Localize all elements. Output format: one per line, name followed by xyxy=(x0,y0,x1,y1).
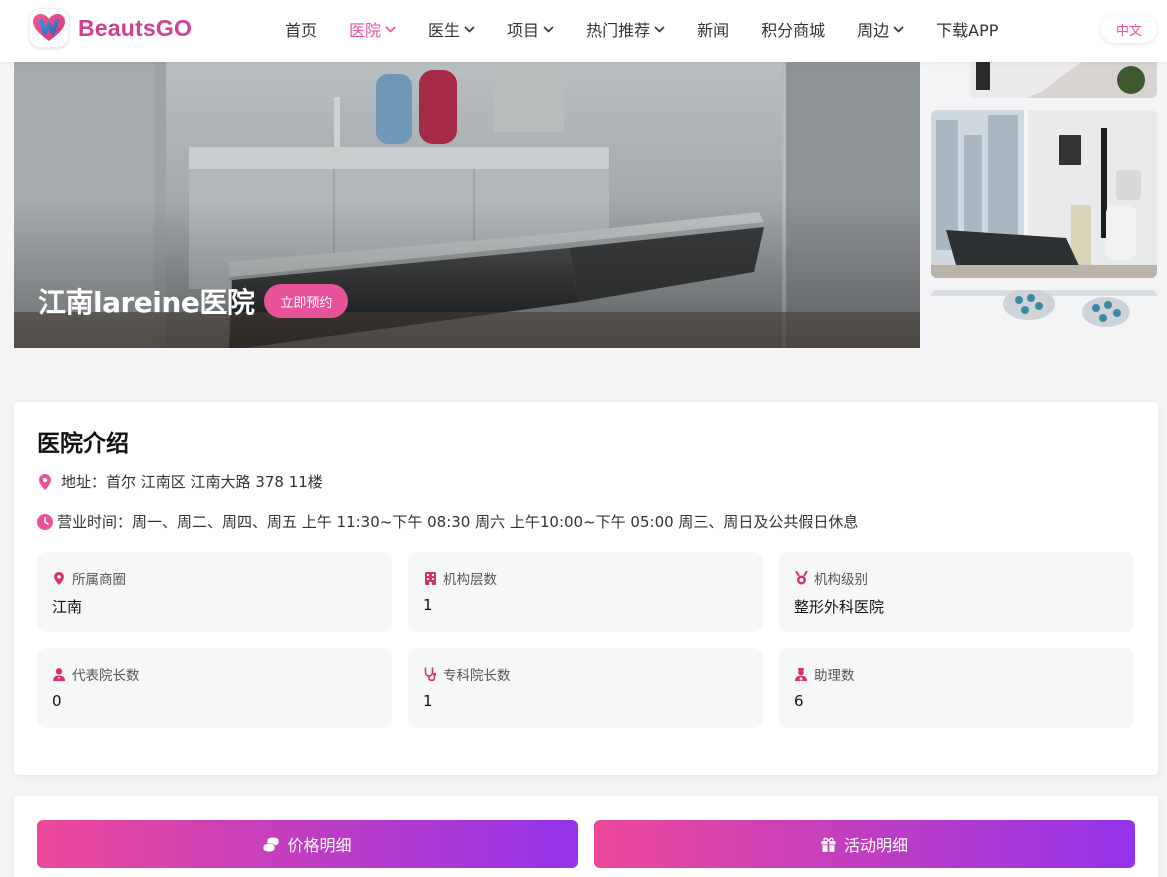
hero-title-row: 江南lareine医院 立即预约 xyxy=(38,281,349,321)
thumbnail-photo[interactable] xyxy=(931,62,1157,98)
address-text: 地址：首尔 江南区 江南大路 378 11楼 xyxy=(61,473,323,491)
stat-representative-director-count: 代表院长数 0 xyxy=(37,648,392,728)
activity-details-button[interactable]: 活动明细 xyxy=(594,820,1135,868)
coins-icon xyxy=(263,837,279,852)
book-now-button[interactable]: 立即预约 xyxy=(264,284,349,318)
map-pin-icon xyxy=(37,473,53,490)
price-details-label: 价格明细 xyxy=(287,836,352,855)
nav-label: 首页 xyxy=(285,21,318,40)
stat-business-district: 所属商圈 江南 xyxy=(37,552,392,632)
activity-details-label: 活动明细 xyxy=(843,836,908,855)
stat-value: 江南 xyxy=(52,598,83,616)
building-icon xyxy=(423,571,437,585)
chevron-down-icon xyxy=(464,25,475,33)
language-switch-button[interactable]: 中文 xyxy=(1101,15,1157,43)
hospital-photo-thumbnails xyxy=(931,62,1157,348)
hospital-name: 江南lareine医院 xyxy=(38,286,255,319)
chevron-down-icon xyxy=(385,25,396,33)
nav-item-points-mall[interactable]: 积分商城 xyxy=(761,17,825,41)
business-hours-line: 营业时间：周一、周二、周四、周五 上午 11:30~下午 08:30 周六 上午… xyxy=(37,511,858,532)
gift-icon xyxy=(821,837,836,852)
map-pin-icon xyxy=(52,571,66,585)
nav-label: 热门推荐 xyxy=(586,21,651,40)
hero-gradient-overlay xyxy=(14,198,920,348)
nav-label: 周边 xyxy=(857,21,890,40)
stethoscope-icon xyxy=(423,667,437,681)
chevron-down-icon xyxy=(893,25,904,33)
stat-assistant-count: 助理数 6 xyxy=(779,648,1134,728)
nav-item-nearby[interactable]: 周边 xyxy=(857,17,904,41)
stat-value: 1 xyxy=(423,596,433,614)
hospital-hero-image: 江南lareine医院 立即预约 xyxy=(14,62,920,348)
stat-label: 专科院长数 xyxy=(443,668,511,684)
brand-logo[interactable]: BeautsGO xyxy=(29,8,192,48)
nav-label: 积分商城 xyxy=(761,21,826,40)
stat-specialist-director-count: 专科院长数 1 xyxy=(408,648,763,728)
nav-item-home[interactable]: 首页 xyxy=(285,17,317,41)
stat-label: 机构层数 xyxy=(443,572,497,588)
main-nav: 首页 医院 医生 项目 热门推荐 新闻 积分商城 周边 下载APP xyxy=(285,0,1030,58)
nav-item-download-app[interactable]: 下载APP xyxy=(936,17,998,41)
stat-label: 机构级别 xyxy=(814,572,868,588)
stat-label: 助理数 xyxy=(814,668,855,684)
chevron-down-icon xyxy=(654,25,665,33)
hospital-intro-card: 医院介绍 地址：首尔 江南区 江南大路 378 11楼 营业时间：周一、周二、周… xyxy=(14,402,1158,775)
nav-label: 医院 xyxy=(349,21,382,40)
address-line: 地址：首尔 江南区 江南大路 378 11楼 xyxy=(37,471,323,492)
stat-floor-count: 机构层数 1 xyxy=(408,552,763,632)
section-title: 医院介绍 xyxy=(37,431,129,457)
detail-buttons-card: 价格明细 活动明细 xyxy=(14,796,1158,877)
clock-icon xyxy=(37,513,53,530)
nav-label: 下载APP xyxy=(936,21,999,40)
heart-logo-icon xyxy=(29,8,69,48)
stat-label: 代表院长数 xyxy=(72,668,140,684)
stat-value: 6 xyxy=(794,692,804,710)
nav-item-recommend[interactable]: 热门推荐 xyxy=(586,17,665,41)
business-hours-text: 营业时间：周一、周二、周四、周五 上午 11:30~下午 08:30 周六 上午… xyxy=(57,513,859,531)
nav-label: 新闻 xyxy=(697,21,730,40)
chevron-down-icon xyxy=(543,25,554,33)
price-details-button[interactable]: 价格明细 xyxy=(37,820,578,868)
brand-name: BeautsGO xyxy=(78,14,193,41)
top-navbar: BeautsGO 首页 医院 医生 项目 热门推荐 新闻 积分商城 周边 下载A… xyxy=(0,0,1167,62)
nav-item-project[interactable]: 项目 xyxy=(507,17,554,41)
nav-item-doctor[interactable]: 医生 xyxy=(428,17,475,41)
nav-label: 项目 xyxy=(507,21,540,40)
medal-icon xyxy=(794,571,808,585)
nurse-icon xyxy=(794,667,808,681)
stat-value: 0 xyxy=(52,692,62,710)
nav-label: 医生 xyxy=(428,21,461,40)
doctor-icon xyxy=(52,667,66,681)
thumbnail-photo[interactable] xyxy=(931,290,1157,348)
stat-value: 1 xyxy=(423,692,433,710)
stat-institution-level: 机构级别 整形外科医院 xyxy=(779,552,1134,632)
nav-item-news[interactable]: 新闻 xyxy=(697,17,729,41)
stat-value: 整形外科医院 xyxy=(794,598,885,616)
thumbnail-photo[interactable] xyxy=(931,110,1157,278)
nav-item-hospital[interactable]: 医院 xyxy=(349,17,396,41)
stat-label: 所属商圈 xyxy=(72,572,126,588)
